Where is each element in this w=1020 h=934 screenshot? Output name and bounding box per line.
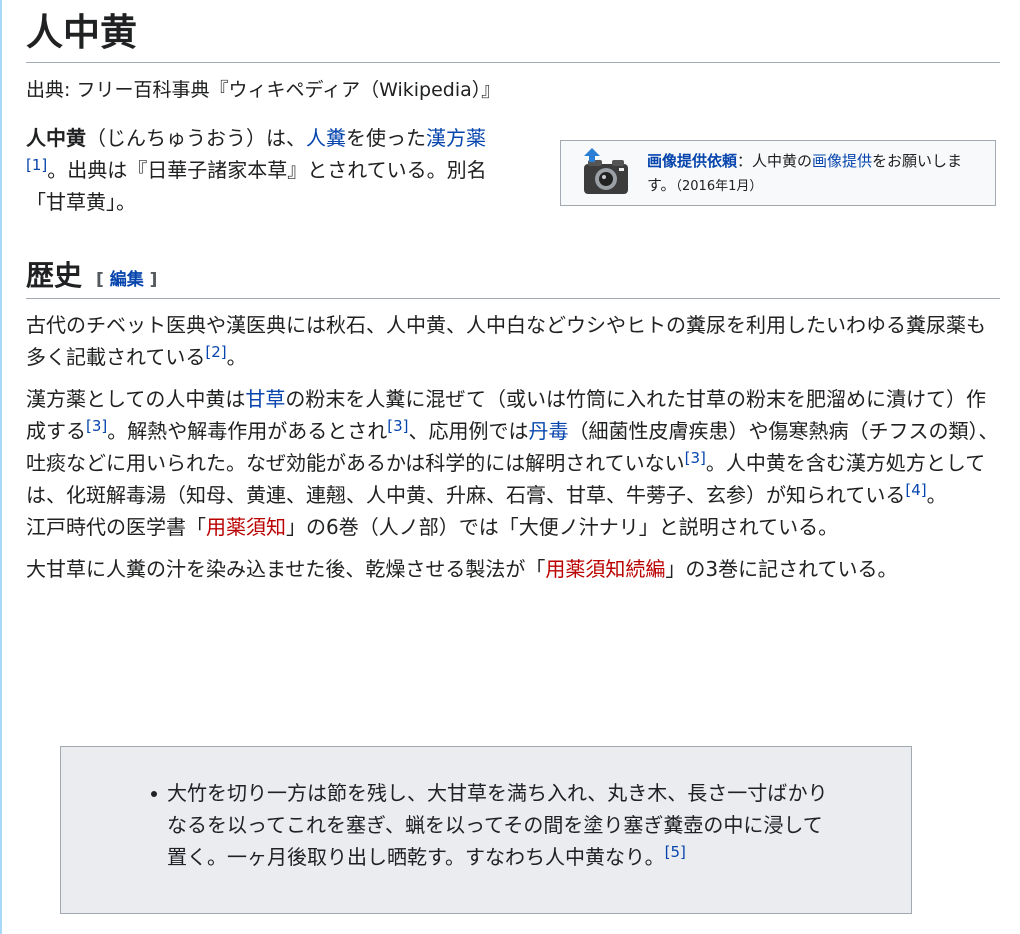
ref-3-link[interactable]: [3] — [86, 417, 107, 435]
quote-item: 大竹を切り一方は節を残し、大甘草を満ち入れ、丸き木、長さ一寸ばかりなるを以ってこ… — [151, 777, 837, 873]
lead-text: （じんちゅうおう）は、 — [86, 125, 306, 150]
section-heading-history: 歴史 [ 編集 ] — [26, 258, 1000, 300]
image-request-date: （2016年1月） — [675, 178, 763, 194]
section-heading-text: 歴史 — [26, 258, 83, 292]
ref-3-link[interactable]: [3] — [387, 417, 408, 435]
link-tandoku[interactable]: 丹毒 — [529, 419, 569, 443]
edit-section-link[interactable]: 編集 — [110, 270, 144, 290]
lead-text: を使った — [346, 125, 426, 150]
ref-5-link[interactable]: [5] — [665, 843, 686, 861]
link-yoyakushuchi[interactable]: 用薬須知 — [206, 515, 286, 539]
link-kanzo[interactable]: 甘草 — [245, 387, 285, 411]
reference: [4] — [905, 481, 926, 499]
bullet-icon — [151, 791, 157, 797]
reference: [3] — [387, 417, 408, 435]
image-request-box: 画像提供依頼：人中黄の画像提供をお願いします。（2016年1月） — [560, 139, 996, 206]
lead-paragraph: 人中黄（じんちゅうおう）は、人糞を使った漢方薬 [1]。出典は『日華子諸家本草』と… — [26, 122, 526, 218]
lead-text: 。出典は『日華子諸家本草』とされている。別名「甘草黄」。 — [26, 157, 487, 214]
reference: [3] — [685, 449, 706, 467]
lead-term: 人中黄 — [26, 125, 86, 150]
site-subtitle: 出典: フリー百科事典『ウィキペディア（Wikipedia）』 — [26, 79, 501, 102]
camera-upload-icon — [584, 147, 628, 194]
history-paragraph-1: 古代のチベット医典や漢医典には秋石、人中黄、人中白などウシやヒトの糞尿を利用した… — [26, 313, 986, 370]
article: 人中黄 出典: フリー百科事典『ウィキペディア（Wikipedia）』 人中黄（… — [26, 0, 1000, 585]
reference: [1] — [26, 156, 47, 174]
ref-4-link[interactable]: [4] — [905, 481, 926, 499]
history-paragraph-2: 漢方薬としての人中黄は甘草の粉末を人糞に混ぜて（或いは竹筒に入れた甘草の粉末を肥… — [26, 387, 999, 508]
reference: [2] — [205, 343, 226, 361]
quote-box: 大竹を切り一方は節を残し、大甘草を満ち入れ、丸き木、長さ一寸ばかりなるを以ってこ… — [60, 746, 912, 914]
reference: [5] — [665, 843, 686, 861]
reference: [3] — [86, 417, 107, 435]
image-request-title[interactable]: 画像提供依頼 — [647, 152, 737, 170]
ref-3-link[interactable]: [3] — [685, 449, 706, 467]
left-border — [0, 0, 2, 934]
image-provide-link[interactable]: 画像提供 — [812, 152, 872, 170]
image-request-text: 画像提供依頼：人中黄の画像提供をお願いします。（2016年1月） — [647, 149, 995, 198]
link-jinpun[interactable]: 人糞 — [306, 126, 346, 150]
history-paragraph-3: 江戸時代の医学書「用薬須知」の6巻（人ノ部）では「大便ノ汁ナリ」と説明されている… — [26, 515, 839, 540]
history-paragraph-4: 大甘草に人糞の汁を染み込ませた後、乾燥させる製法が「用薬須知続編」の3巻に記され… — [26, 557, 898, 582]
link-yoyakushuchi-zokuhen[interactable]: 用薬須知続編 — [545, 557, 665, 581]
image-request-text-part: ：人中黄の — [737, 151, 813, 170]
history-body: 古代のチベット医典や漢医典には秋石、人中黄、人中白などウシやヒトの糞尿を利用した… — [26, 309, 1000, 585]
edit-section: [ 編集 ] — [96, 269, 158, 290]
ref-2-link[interactable]: [2] — [205, 343, 226, 361]
lead-section: 人中黄（じんちゅうおう）は、人糞を使った漢方薬 [1]。出典は『日華子諸家本草』と… — [26, 122, 1000, 218]
ref-1-link[interactable]: [1] — [26, 156, 47, 174]
link-kampo[interactable]: 漢方薬 — [426, 126, 486, 150]
page-title: 人中黄 — [26, 0, 1000, 64]
